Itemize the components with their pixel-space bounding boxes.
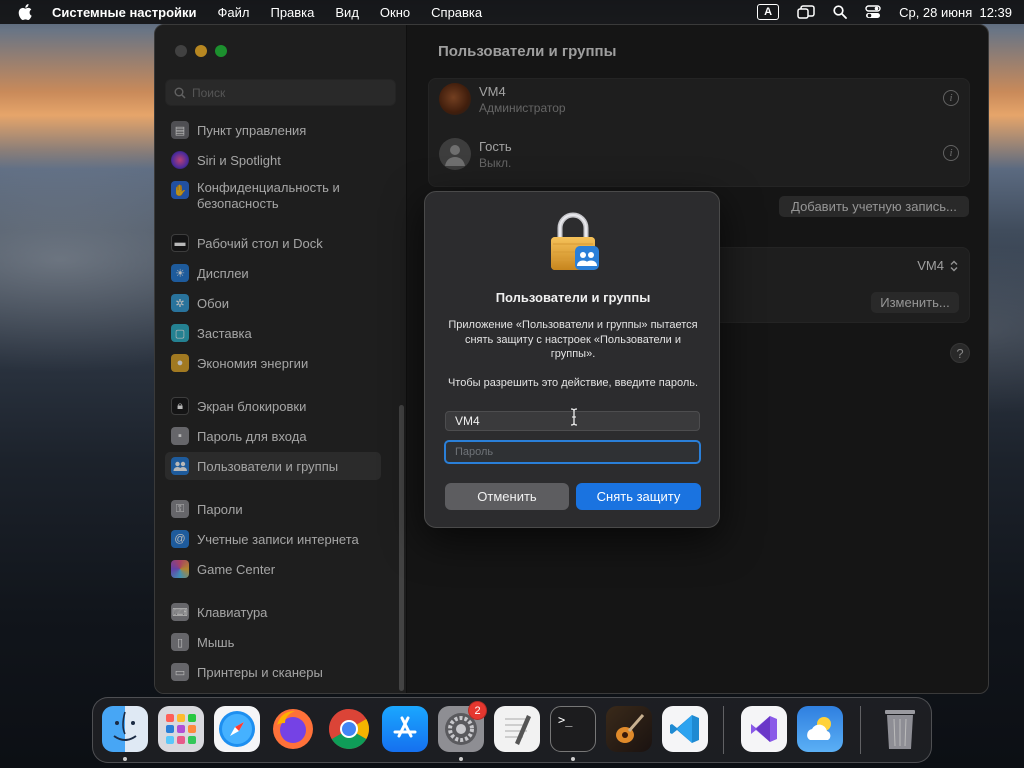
text-cursor-icon xyxy=(570,408,578,426)
dialog-title: Пользователи и группы xyxy=(495,290,651,305)
input-source-icon[interactable]: A xyxy=(757,4,780,20)
unlock-button[interactable]: Снять защиту xyxy=(576,483,701,510)
chrome-icon[interactable] xyxy=(326,706,372,752)
garageband-icon[interactable] xyxy=(606,706,652,752)
vscode-icon[interactable] xyxy=(662,706,708,752)
firefox-icon[interactable] xyxy=(270,706,316,752)
auth-dialog: Пользователи и группы Приложение «Пользо… xyxy=(424,191,720,528)
password-field[interactable]: Пароль xyxy=(444,440,701,464)
cancel-button[interactable]: Отменить xyxy=(445,483,569,510)
running-indicator xyxy=(571,757,575,761)
weather-icon[interactable] xyxy=(797,706,843,752)
menu-help[interactable]: Справка xyxy=(431,5,482,20)
menu-file[interactable]: Файл xyxy=(218,5,250,20)
dialog-message: Приложение «Пользователи и группы» пытае… xyxy=(448,319,698,360)
visual-studio-icon[interactable] xyxy=(741,706,787,752)
textedit-icon[interactable] xyxy=(494,706,540,752)
launchpad-icon[interactable] xyxy=(158,706,204,752)
safari-icon[interactable] xyxy=(214,706,260,752)
menu-bar: Системные настройки Файл Правка Вид Окно… xyxy=(0,0,1024,24)
menu-window[interactable]: Окно xyxy=(380,5,410,20)
spotlight-search-icon[interactable] xyxy=(833,5,847,19)
lock-icon xyxy=(551,212,599,270)
dialog-instruction: Чтобы разрешить это действие, введите па… xyxy=(447,377,699,389)
dock-separator xyxy=(723,706,724,754)
dock: 2 >_ xyxy=(92,697,932,763)
trash-icon[interactable] xyxy=(877,706,923,752)
running-indicator xyxy=(123,757,127,761)
finder-icon[interactable] xyxy=(102,706,148,752)
dock-separator xyxy=(860,706,861,754)
app-store-icon[interactable] xyxy=(382,706,428,752)
password-placeholder: Пароль xyxy=(455,446,494,458)
menu-clock[interactable]: Ср, 28 июня 12:39 xyxy=(899,5,1012,20)
running-indicator xyxy=(459,757,463,761)
menu-view[interactable]: Вид xyxy=(335,5,359,20)
menu-app-name[interactable]: Системные настройки xyxy=(52,5,197,20)
menu-edit[interactable]: Правка xyxy=(270,5,314,20)
stage-manager-icon[interactable] xyxy=(797,5,815,19)
terminal-icon[interactable]: >_ xyxy=(550,706,596,752)
apple-logo-icon[interactable] xyxy=(18,4,32,20)
control-center-icon[interactable] xyxy=(865,5,881,19)
notification-badge: 2 xyxy=(468,701,487,720)
